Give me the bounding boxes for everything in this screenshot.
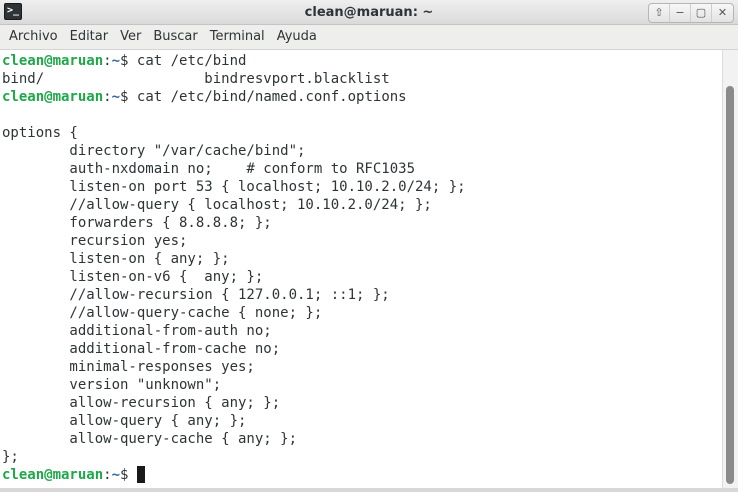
prompt-line: clean@maruan:~$ [2,466,466,484]
prompt-line: clean@maruan:~$ cat /etc/bind [2,52,466,70]
terminal-output[interactable]: clean@maruan:~$ cat /etc/bind bind/ bindr… [0,50,722,488]
output-line: listen-on port 53 { localhost; 10.10.2.0… [2,178,466,196]
output-line: allow-query { any; }; [2,412,466,430]
menu-bar: Archivo Editar Ver Buscar Terminal Ayuda [0,25,738,50]
output-text: auth-nxdomain no; # conform to RFC1035 [2,161,416,177]
minimize-icon[interactable]: − [670,4,691,22]
prompt-separator: : [103,89,112,105]
window-title: clean@maruan: ~ [304,5,434,20]
output-line: bind/ bindresvport.blacklist [2,70,466,88]
output-text: listen-on { any; }; [2,251,230,267]
output-text: options { [2,125,78,141]
output-text: forwarders { 8.8.8.8; }; [2,215,272,231]
output-text: additional-from-cache no; [2,341,281,357]
output-text: listen-on-v6 { any; }; [2,269,264,285]
output-line: forwarders { 8.8.8.8; }; [2,214,466,232]
output-text: //allow-query-cache { none; }; [2,305,323,321]
output-line: additional-from-cache no; [2,340,466,358]
shade-up-icon[interactable]: ⇧ [649,4,670,22]
output-text: bind/ bindresvport.blacklist [2,71,390,87]
prompt-path: ~ [111,53,121,69]
prompt-separator: : [103,53,112,69]
output-text: //allow-query { localhost; 10.10.2.0/24;… [2,197,432,213]
output-text: allow-query { any; }; [2,413,247,429]
menu-item-terminal[interactable]: Terminal [204,25,271,49]
output-line: allow-recursion { any; }; [2,394,466,412]
maximize-icon[interactable]: ▢ [691,4,712,22]
output-text: allow-recursion { any; }; [2,395,281,411]
output-line: listen-on-v6 { any; }; [2,268,466,286]
window-controls: ⇧ − ▢ ✕ [648,3,734,23]
prompt-user-host: clean@maruan [2,89,104,105]
prompt-path: ~ [111,467,121,483]
output-text: allow-query-cache { any; }; [2,431,298,447]
output-line: }; [2,448,466,466]
output-line: listen-on { any; }; [2,250,466,268]
output-line: options { [2,124,466,142]
output-line: recursion yes; [2,232,466,250]
title-bar[interactable]: >_ clean@maruan: ~ ⇧ − ▢ ✕ [0,0,738,25]
prompt-symbol: $ [120,89,137,105]
text-cursor [136,466,145,483]
output-text: }; [2,449,19,465]
terminal-lines: clean@maruan:~$ cat /etc/bind bind/ bindr… [2,52,466,484]
prompt-path: ~ [111,89,121,105]
prompt-user-host: clean@maruan [2,53,104,69]
command-text: cat /etc/bind [136,53,247,69]
command-text: cat /etc/bind/named.conf.options [136,89,407,105]
prompt-user-host: clean@maruan [2,467,104,483]
output-text: recursion yes; [2,233,188,249]
output-line: allow-query-cache { any; }; [2,430,466,448]
output-line: version "unknown"; [2,376,466,394]
output-line: //allow-query { localhost; 10.10.2.0/24;… [2,196,466,214]
output-line: auth-nxdomain no; # conform to RFC1035 [2,160,466,178]
output-line: minimal-responses yes; [2,358,466,376]
close-icon[interactable]: ✕ [712,4,733,22]
menu-item-ayuda[interactable]: Ayuda [271,25,323,49]
scrollbar-thumb[interactable] [726,86,734,484]
output-line: //allow-recursion { 127.0.0.1; ::1; }; [2,286,466,304]
prompt-symbol: $ [120,467,137,483]
window-bottom-border [0,488,738,492]
output-text: additional-from-auth no; [2,323,272,339]
menu-item-ver[interactable]: Ver [114,25,147,49]
prompt-symbol: $ [120,53,137,69]
output-line: additional-from-auth no; [2,322,466,340]
vertical-scrollbar[interactable] [722,50,738,488]
menu-item-archivo[interactable]: Archivo [3,25,64,49]
terminal-window: >_ clean@maruan: ~ ⇧ − ▢ ✕ Archivo Edita… [0,0,738,492]
menu-item-buscar[interactable]: Buscar [147,25,203,49]
menu-item-editar[interactable]: Editar [64,25,115,49]
prompt-separator: : [103,467,112,483]
prompt-line: clean@maruan:~$ cat /etc/bind/named.conf… [2,88,466,106]
output-text: directory "/var/cache/bind"; [2,143,306,159]
output-line: //allow-query-cache { none; }; [2,304,466,322]
output-text: minimal-responses yes; [2,359,255,375]
output-text: listen-on port 53 { localhost; 10.10.2.0… [2,179,466,195]
output-text: //allow-recursion { 127.0.0.1; ::1; }; [2,287,390,303]
output-text: version "unknown"; [2,377,222,393]
output-line: directory "/var/cache/bind"; [2,142,466,160]
